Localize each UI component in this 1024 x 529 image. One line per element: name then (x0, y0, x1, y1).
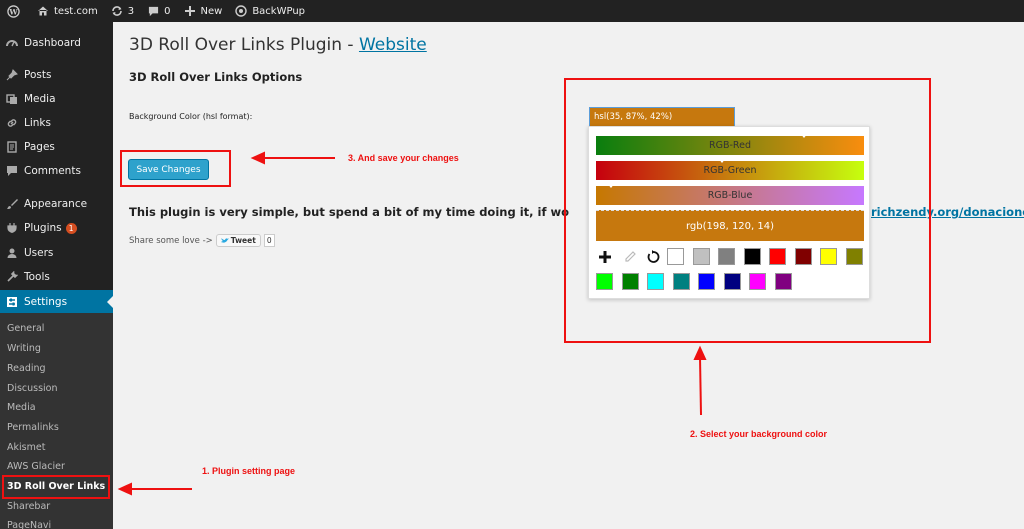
annotation-box-save (120, 150, 231, 187)
home-icon (36, 4, 50, 18)
admin-sidebar: Dashboard Posts Media Links Pages Commen… (0, 22, 113, 529)
sidebar-item-tools[interactable]: Tools (0, 265, 113, 289)
share-label: Share some love -> (129, 235, 213, 246)
users-icon (6, 247, 18, 259)
dashboard-icon (6, 37, 18, 49)
options-heading: 3D Roll Over Links Options (129, 70, 303, 84)
brush-icon (6, 198, 18, 210)
updates-icon (110, 4, 124, 18)
sidebar-item-dashboard[interactable]: Dashboard (0, 31, 113, 55)
plugins-update-badge: 1 (65, 222, 77, 234)
page-icon (6, 141, 18, 153)
sidebar-item-label: Media (24, 93, 56, 105)
updates-item[interactable]: 3 (104, 0, 140, 22)
sidebar-item-media[interactable]: Media (0, 87, 113, 111)
wordpress-icon: W (6, 4, 20, 18)
admin-bar: W test.com 3 0 New BackWPup (0, 0, 1024, 22)
sidebar-item-label: Posts (24, 69, 52, 81)
sidebar-item-label: Settings (24, 296, 68, 308)
sidebar-item-label: Plugins (24, 222, 62, 234)
submenu-item-reading[interactable]: Reading (7, 363, 46, 374)
plug-icon (6, 222, 18, 234)
annotation-step-2: 2. Select your background color (690, 429, 828, 439)
tweet-button[interactable]: Tweet (215, 234, 261, 247)
new-label: New (200, 5, 223, 17)
wrench-icon (6, 271, 18, 283)
sidebar-item-users[interactable]: Users (0, 241, 113, 265)
comment-bubble-icon (146, 4, 160, 18)
sidebar-item-label: Appearance (24, 198, 88, 210)
sidebar-item-posts[interactable]: Posts (0, 63, 113, 87)
wordpress-logo-item[interactable]: W (0, 0, 30, 22)
updates-count: 3 (127, 5, 135, 17)
submenu-item-akismet[interactable]: Akismet (7, 442, 45, 453)
link-icon (6, 117, 18, 129)
sidebar-item-label: Links (24, 117, 51, 129)
submenu-item-permalinks[interactable]: Permalinks (7, 422, 59, 433)
sidebar-item-settings[interactable]: Settings (0, 290, 113, 314)
site-name-label: test.com (54, 5, 98, 17)
annotation-arrowhead-2 (693, 345, 707, 360)
comments-count: 0 (164, 5, 171, 17)
sidebar-item-plugins[interactable]: Plugins 1 (0, 216, 113, 240)
annotation-box-menu (2, 475, 110, 499)
website-link[interactable]: Website (359, 35, 427, 55)
share-row: Share some love -> Tweet 0 (129, 234, 275, 247)
comment-icon (6, 165, 18, 177)
submenu-item-aws-glacier[interactable]: AWS Glacier (7, 461, 65, 472)
submenu-item-discussion[interactable]: Discussion (7, 383, 58, 394)
annotation-step-1: 1. Plugin setting page (202, 466, 296, 476)
backwpup-item[interactable]: BackWPup (228, 0, 311, 22)
settings-icon (6, 296, 18, 308)
submenu-item-sharebar[interactable]: Sharebar (7, 501, 50, 512)
comments-item[interactable]: 0 (140, 0, 176, 22)
new-content-item[interactable]: New (177, 0, 229, 22)
submenu-item-pagenavi[interactable]: PageNavi (7, 520, 51, 529)
backwpup-icon (234, 4, 248, 18)
background-color-label: Background Color (hsl format): (129, 112, 253, 121)
annotation-arrowhead-3 (250, 151, 265, 165)
annotation-box-picker (564, 78, 931, 343)
plus-icon (183, 4, 197, 18)
pin-icon (6, 69, 18, 81)
media-icon (6, 93, 18, 105)
plugin-description: This plugin is very simple, but spend a … (129, 205, 569, 219)
annotation-arrowhead-1 (117, 482, 132, 496)
sidebar-item-appearance[interactable]: Appearance (0, 192, 113, 216)
backwpup-label: BackWPup (252, 5, 306, 17)
annotation-arrow-2 (699, 356, 702, 416)
submenu-item-general[interactable]: General (7, 323, 44, 334)
submenu-item-media[interactable]: Media (7, 402, 36, 413)
page-title: 3D Roll Over Links Plugin - Website (129, 35, 427, 55)
sidebar-item-label: Users (24, 247, 54, 259)
tweet-label: Tweet (230, 236, 256, 245)
sidebar-item-label: Dashboard (24, 37, 81, 49)
twitter-bird-icon (220, 237, 229, 244)
site-name-item[interactable]: test.com (30, 0, 104, 22)
annotation-step-3: 3. And save your changes (348, 153, 459, 163)
sidebar-item-label: Comments (24, 165, 81, 177)
sidebar-item-links[interactable]: Links (0, 111, 113, 135)
sidebar-item-label: Tools (24, 271, 50, 283)
sidebar-item-comments[interactable]: Comments (0, 159, 113, 183)
submenu-item-writing[interactable]: Writing (7, 343, 41, 354)
active-menu-arrow (107, 296, 113, 308)
page-title-text: 3D Roll Over Links Plugin - (129, 35, 359, 55)
svg-text:W: W (8, 7, 18, 16)
sidebar-item-label: Pages (24, 141, 55, 153)
tweet-count: 0 (263, 234, 275, 247)
sidebar-item-pages[interactable]: Pages (0, 135, 113, 159)
